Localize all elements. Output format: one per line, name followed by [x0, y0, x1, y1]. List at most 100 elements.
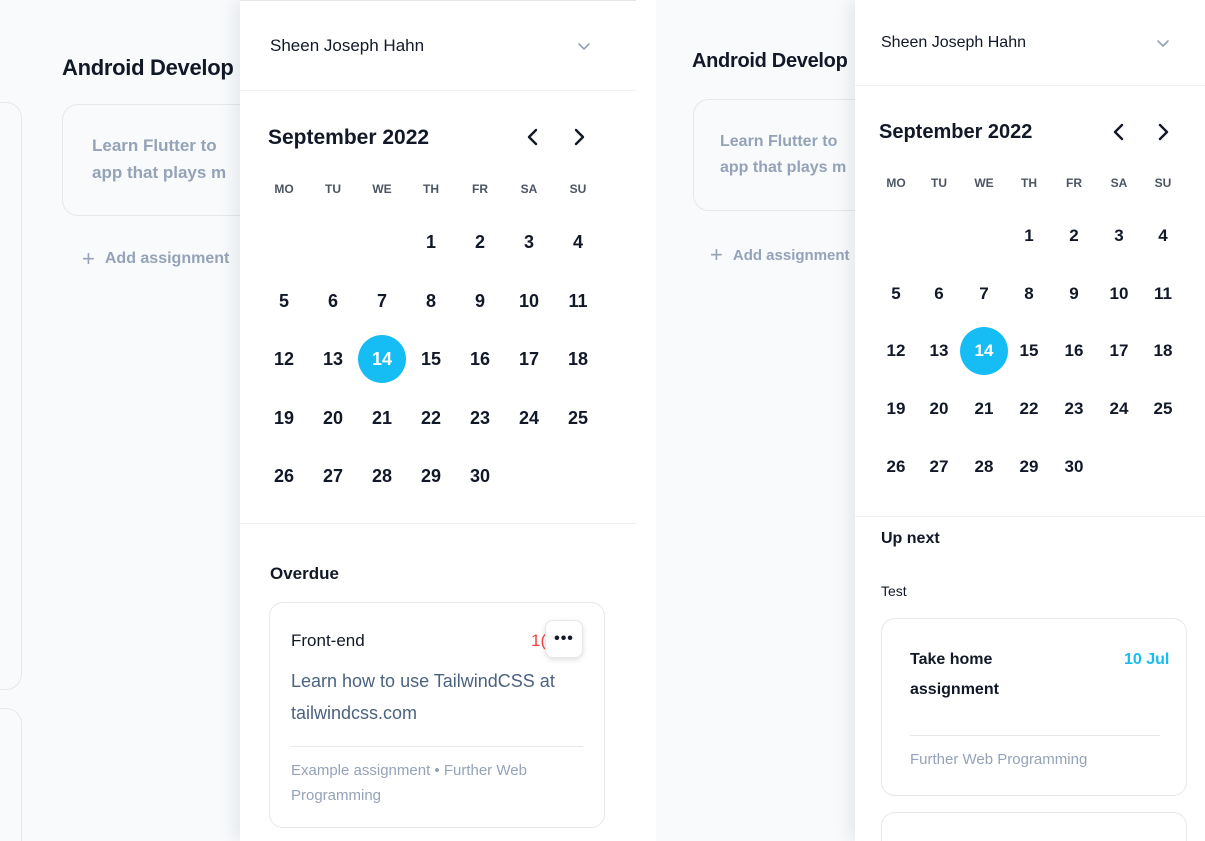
- add-assignment-button[interactable]: + Add assignment: [710, 242, 850, 268]
- calendar-day[interactable]: 2: [1050, 212, 1098, 260]
- upcoming-assignment-card[interactable]: [881, 812, 1187, 841]
- user-name: Sheen Joseph Hahn: [881, 33, 1026, 51]
- calendar-day[interactable]: 15: [407, 335, 455, 383]
- calendar-day[interactable]: 20: [309, 394, 357, 442]
- calendar-day[interactable]: 5: [260, 277, 308, 325]
- prev-month-button[interactable]: [1107, 120, 1131, 144]
- calendar-day[interactable]: 15: [1005, 327, 1053, 375]
- calendar-day[interactable]: 13: [309, 335, 357, 383]
- calendar-day[interactable]: 26: [260, 452, 308, 500]
- side-panel: Sheen Joseph Hahn September 2022 MO TU W…: [855, 0, 1205, 841]
- calendar-day[interactable]: 26: [872, 443, 920, 491]
- calendar-day[interactable]: 13: [915, 327, 963, 375]
- calendar-day[interactable]: 9: [456, 277, 504, 325]
- user-header[interactable]: Sheen Joseph Hahn: [855, 0, 1205, 86]
- calendar-day[interactable]: 30: [1050, 443, 1098, 491]
- calendar-day[interactable]: 24: [505, 394, 553, 442]
- weekday-label: TU: [325, 182, 341, 196]
- calendar-day[interactable]: 25: [554, 394, 602, 442]
- calendar-day[interactable]: 30: [456, 452, 504, 500]
- calendar-day[interactable]: 24: [1095, 385, 1143, 433]
- assignment-meta: Further Web Programming: [910, 751, 1088, 768]
- next-month-button[interactable]: [1151, 120, 1175, 144]
- calendar-day[interactable]: 8: [1005, 270, 1053, 318]
- calendar-day[interactable]: 19: [260, 394, 308, 442]
- calendar-day[interactable]: 28: [358, 452, 406, 500]
- calendar-day[interactable]: 11: [554, 277, 602, 325]
- add-assignment-label: Add assignment: [732, 246, 850, 264]
- calendar-day[interactable]: 17: [505, 335, 553, 383]
- calendar-day[interactable]: 7: [358, 277, 406, 325]
- weekday-label: SA: [1110, 176, 1128, 190]
- calendar-day[interactable]: 18: [1139, 327, 1187, 375]
- weekday-label: MO: [886, 176, 906, 190]
- calendar-day[interactable]: 6: [915, 270, 963, 318]
- assignment-description: Learn how to use TailwindCSS at tailwind…: [291, 671, 555, 723]
- calendar-day[interactable]: 28: [960, 443, 1008, 491]
- side-panel: Sheen Joseph Hahn September 2022 MO TU W…: [240, 0, 636, 841]
- weekday-label: TH: [423, 182, 439, 196]
- weekday-label: SU: [569, 182, 587, 196]
- calendar-day[interactable]: 3: [505, 218, 553, 266]
- calendar-day[interactable]: 16: [1050, 327, 1098, 375]
- calendar-day[interactable]: 18: [554, 335, 602, 383]
- calendar-day-selected[interactable]: 14: [960, 327, 1008, 375]
- calendar-day[interactable]: 27: [915, 443, 963, 491]
- calendar-day[interactable]: 5: [872, 270, 920, 318]
- calendar-day[interactable]: 4: [1139, 212, 1187, 260]
- calendar-day[interactable]: 1: [1005, 212, 1053, 260]
- calendar-day[interactable]: 22: [1005, 385, 1053, 433]
- user-header[interactable]: Sheen Joseph Hahn: [240, 1, 636, 91]
- overdue-assignment-card[interactable]: Front-end 1( ••• Learn how to use Tailwi…: [269, 602, 605, 828]
- calendar-day[interactable]: 29: [1005, 443, 1053, 491]
- calendar-day-selected[interactable]: 14: [358, 335, 406, 383]
- column-title: Android Develop: [692, 50, 848, 72]
- calendar-day[interactable]: 7: [960, 270, 1008, 318]
- calendar-day[interactable]: 10: [1095, 270, 1143, 318]
- board-card-text: Learn Flutter to app that plays m: [720, 133, 847, 176]
- calendar-day[interactable]: 16: [456, 335, 504, 383]
- upcoming-assignment-card[interactable]: Take home assignment 10 Jul Further Web …: [881, 618, 1187, 796]
- chevron-down-icon[interactable]: [576, 38, 592, 54]
- weekday-label: FR: [472, 182, 488, 196]
- section-divider: [240, 523, 636, 524]
- calendar-day[interactable]: 17: [1095, 327, 1143, 375]
- calendar-day[interactable]: 27: [309, 452, 357, 500]
- weekday-label: WE: [974, 176, 994, 190]
- more-options-button[interactable]: •••: [545, 620, 583, 658]
- calendar-day[interactable]: 23: [456, 394, 504, 442]
- calendar-day[interactable]: 1: [407, 218, 455, 266]
- calendar-day[interactable]: 19: [872, 385, 920, 433]
- calendar-day[interactable]: 29: [407, 452, 455, 500]
- calendar-day[interactable]: 12: [872, 327, 920, 375]
- chevron-left-icon: [1113, 123, 1124, 141]
- calendar-day[interactable]: 25: [1139, 385, 1187, 433]
- calendar-day[interactable]: 20: [915, 385, 963, 433]
- next-month-button[interactable]: [567, 125, 591, 149]
- assignment-name: Front-end: [291, 631, 365, 650]
- chevron-left-icon: [527, 128, 538, 146]
- calendar-day[interactable]: 9: [1050, 270, 1098, 318]
- add-assignment-label: Add assignment: [104, 250, 230, 267]
- card-divider: [291, 746, 583, 747]
- calendar-day[interactable]: 22: [407, 394, 455, 442]
- calendar-day[interactable]: 23: [1050, 385, 1098, 433]
- card-divider: [910, 735, 1160, 736]
- weekday-label: TH: [1021, 176, 1037, 190]
- weekday-label: WE: [372, 182, 392, 196]
- chevron-down-icon[interactable]: [1155, 35, 1171, 51]
- calendar-day[interactable]: 6: [309, 277, 357, 325]
- prev-month-button[interactable]: [521, 125, 545, 149]
- screenshot-right: Android Develop Learn Flutter to app tha…: [656, 0, 1205, 841]
- calendar-day[interactable]: 2: [456, 218, 504, 266]
- calendar-day[interactable]: 21: [358, 394, 406, 442]
- calendar-day[interactable]: 11: [1139, 270, 1187, 318]
- calendar-day[interactable]: 21: [960, 385, 1008, 433]
- calendar-day[interactable]: 3: [1095, 212, 1143, 260]
- calendar-day[interactable]: 10: [505, 277, 553, 325]
- calendar-day[interactable]: 8: [407, 277, 455, 325]
- calendar-day[interactable]: 12: [260, 335, 308, 383]
- calendar-day[interactable]: 4: [554, 218, 602, 266]
- calendar-month-label: September 2022: [879, 121, 1033, 143]
- add-assignment-button[interactable]: + Add assignment: [82, 246, 229, 272]
